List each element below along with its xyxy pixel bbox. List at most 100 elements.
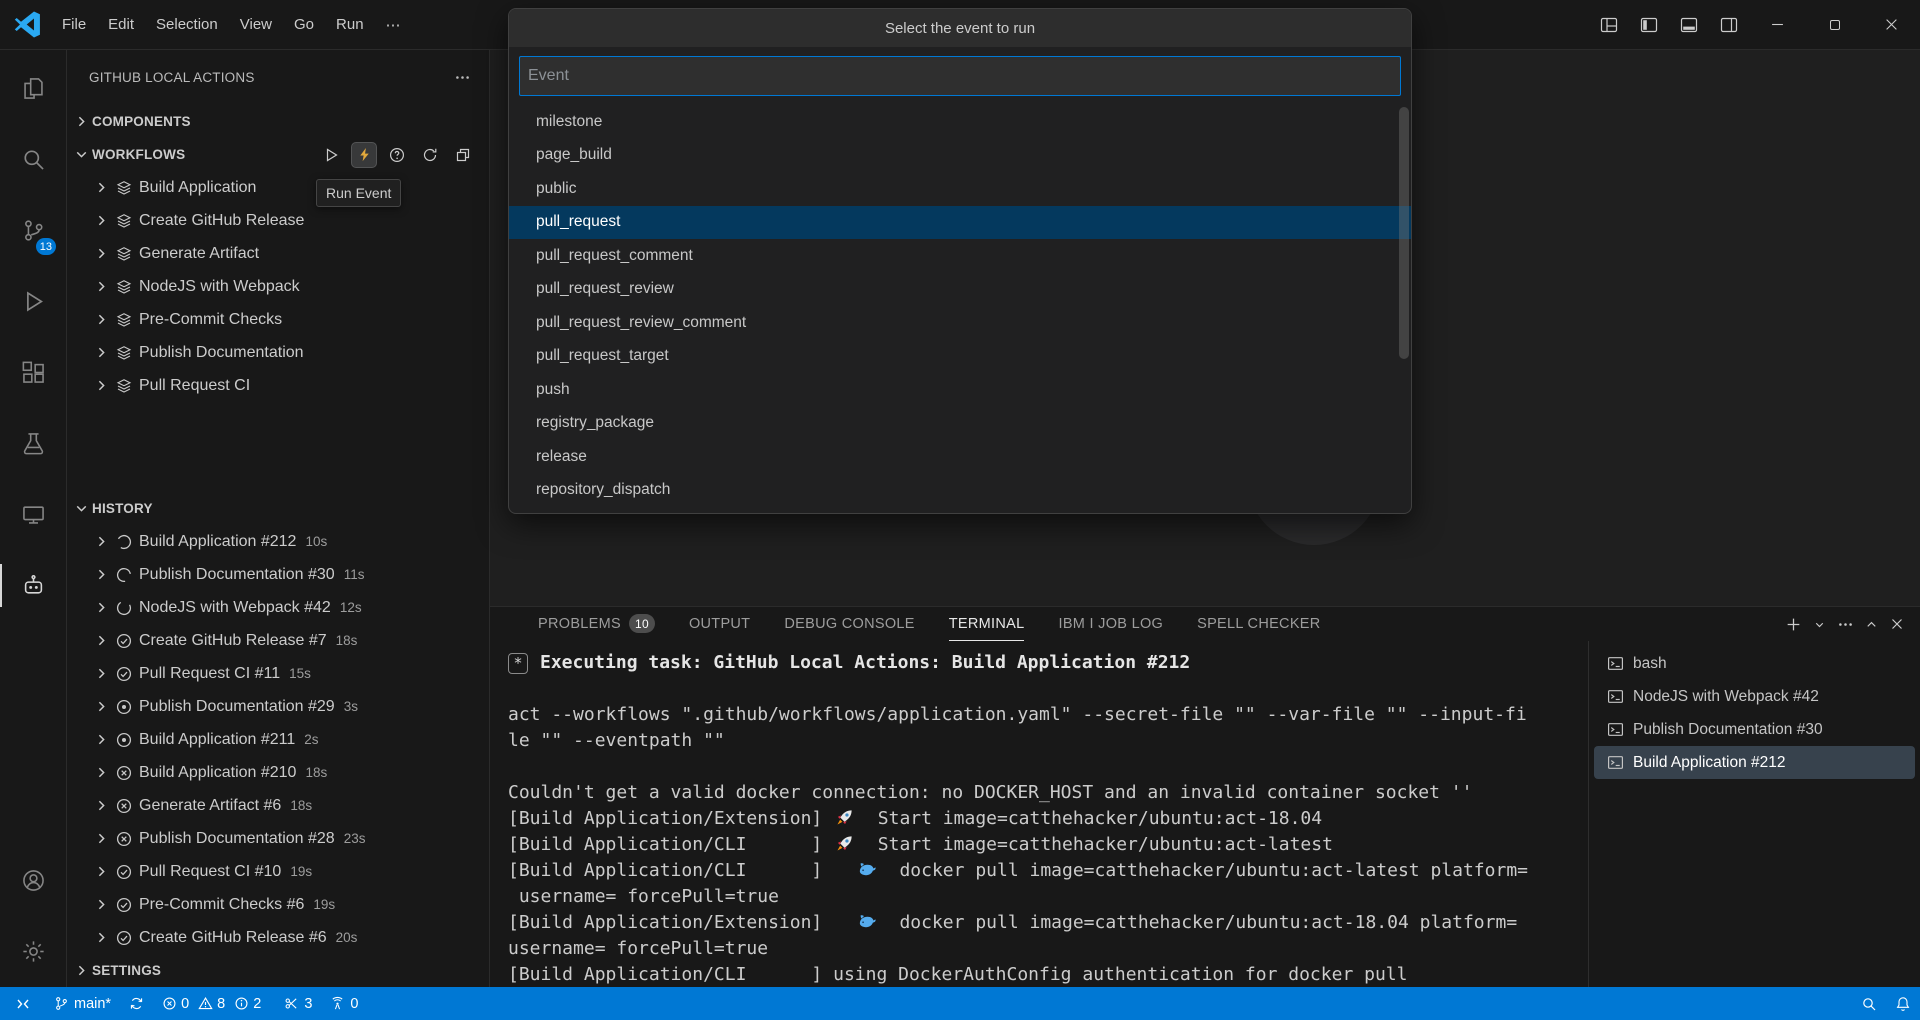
- event-option-pull-request-review[interactable]: pull_request_review: [509, 273, 1411, 307]
- workflow-item-build-application[interactable]: Build Application: [67, 171, 489, 204]
- branch-item[interactable]: main*: [45, 987, 120, 1020]
- customize-layout-icon[interactable]: [1589, 8, 1629, 42]
- toggle-primary-sidebar-icon[interactable]: [1629, 8, 1669, 42]
- notifications-bell[interactable]: [1886, 987, 1920, 1020]
- workflow-item-pull-request-ci[interactable]: Pull Request CI: [67, 369, 489, 402]
- menu-run[interactable]: Run: [325, 10, 375, 39]
- section-history[interactable]: HISTORY: [67, 492, 489, 525]
- chevron-right-icon: [73, 962, 90, 979]
- activitybar-manage[interactable]: [0, 916, 66, 987]
- event-option-public[interactable]: public: [509, 172, 1411, 206]
- remote-indicator[interactable]: [0, 987, 45, 1020]
- section-workflows[interactable]: WORKFLOWS: [67, 138, 489, 171]
- maximize-panel-icon[interactable]: [1860, 611, 1882, 637]
- activitybar-explorer[interactable]: [0, 53, 66, 124]
- workflow-item-generate-artifact[interactable]: Generate Artifact: [67, 237, 489, 270]
- terminal-dropdown-icon[interactable]: [1808, 611, 1830, 637]
- window-minimize-button[interactable]: [1749, 0, 1806, 50]
- history-item-build-application-211[interactable]: Build Application #2112s: [67, 723, 489, 756]
- panel-tab-output[interactable]: OUTPUT: [689, 607, 750, 641]
- activitybar-run-and-debug[interactable]: [0, 266, 66, 337]
- event-option-release[interactable]: release: [509, 440, 1411, 474]
- event-option-push[interactable]: push: [509, 373, 1411, 407]
- quickpick-scrollbar[interactable]: [1399, 107, 1409, 359]
- event-option-registry-package[interactable]: registry_package: [509, 407, 1411, 441]
- event-option-page-build[interactable]: page_build: [509, 139, 1411, 173]
- event-option-pull-request-target[interactable]: pull_request_target: [509, 340, 1411, 374]
- sidebar-more-actions-icon[interactable]: [454, 69, 471, 86]
- run-event-icon[interactable]: [351, 142, 377, 168]
- workflow-item-pre-commit-checks[interactable]: Pre-Commit Checks: [67, 303, 489, 336]
- panel-tab-debug-console[interactable]: DEBUG CONSOLE: [784, 607, 914, 641]
- menu-go[interactable]: Go: [283, 10, 325, 39]
- sync-button[interactable]: [120, 987, 153, 1020]
- panel-tab-problems[interactable]: PROBLEMS10: [538, 607, 655, 641]
- terminal-session-publish-documentation-30[interactable]: Publish Documentation #30: [1594, 713, 1915, 746]
- event-option-pull-request-comment[interactable]: pull_request_comment: [509, 239, 1411, 273]
- event-option-milestone[interactable]: milestone: [509, 105, 1411, 139]
- sidebar-title: GITHUB LOCAL ACTIONS: [89, 70, 255, 85]
- section-settings[interactable]: SETTINGS: [67, 954, 489, 987]
- history-run-duration: 19s: [313, 897, 335, 912]
- history-item-publish-documentation-28[interactable]: Publish Documentation #2823s: [67, 822, 489, 855]
- event-input[interactable]: [519, 56, 1401, 96]
- history-item-build-application-210[interactable]: Build Application #21018s: [67, 756, 489, 789]
- terminal-session-bash[interactable]: bash: [1594, 647, 1915, 680]
- run-workflow-icon[interactable]: [318, 142, 344, 168]
- activitybar-extensions[interactable]: [0, 337, 66, 408]
- workflow-list: Build ApplicationCreate GitHub ReleaseGe…: [67, 171, 489, 402]
- panel-tab-ibm-i-job-log[interactable]: IBM I JOB LOG: [1058, 607, 1163, 641]
- chevron-right-icon: [93, 698, 110, 715]
- history-item-build-application-212[interactable]: Build Application #21210s: [67, 525, 489, 558]
- history-item-pull-request-ci-11[interactable]: Pull Request CI #1115s: [67, 657, 489, 690]
- activitybar-accounts[interactable]: [0, 845, 66, 916]
- window-close-button[interactable]: [1863, 0, 1920, 50]
- history-item-create-github-release-6[interactable]: Create GitHub Release #620s: [67, 921, 489, 954]
- panel-tab-terminal[interactable]: TERMINAL: [949, 607, 1025, 641]
- event-option-pull-request[interactable]: pull_request: [509, 206, 1411, 240]
- snippets-indicator[interactable]: 3: [275, 987, 321, 1020]
- panel-tab-spell-checker[interactable]: SPELL CHECKER: [1197, 607, 1320, 641]
- new-terminal-icon[interactable]: [1782, 611, 1804, 637]
- workflow-item-create-github-release[interactable]: Create GitHub Release: [67, 204, 489, 237]
- toggle-panel-icon[interactable]: [1669, 8, 1709, 42]
- collapse-workflows-icon[interactable]: [450, 142, 476, 168]
- section-components[interactable]: COMPONENTS: [67, 105, 489, 138]
- activitybar-github-local-actions[interactable]: [0, 550, 66, 621]
- menu-view[interactable]: View: [229, 10, 283, 39]
- history-item-pull-request-ci-10[interactable]: Pull Request CI #1019s: [67, 855, 489, 888]
- workflow-item-nodejs-with-webpack[interactable]: NodeJS with Webpack: [67, 270, 489, 303]
- activitybar-remote-explorer[interactable]: [0, 479, 66, 550]
- activitybar-source-control[interactable]: 13: [0, 195, 66, 266]
- menu-selection[interactable]: Selection: [145, 10, 229, 39]
- history-item-generate-artifact-6[interactable]: Generate Artifact #618s: [67, 789, 489, 822]
- activitybar-search[interactable]: [0, 124, 66, 195]
- panel-more-actions-icon[interactable]: [1834, 611, 1856, 637]
- statusbar-search[interactable]: [1852, 987, 1886, 1020]
- terminal-session-build-application-212[interactable]: Build Application #212: [1594, 746, 1915, 779]
- terminal-session-nodejs-with-webpack-42[interactable]: NodeJS with Webpack #42: [1594, 680, 1915, 713]
- history-item-create-github-release-7[interactable]: Create GitHub Release #718s: [67, 624, 489, 657]
- chevron-right-icon: [93, 632, 110, 649]
- refresh-icon[interactable]: [417, 142, 443, 168]
- history-item-publish-documentation-29[interactable]: Publish Documentation #293s: [67, 690, 489, 723]
- menu-more[interactable]: ⋯: [375, 10, 412, 40]
- menu-file[interactable]: File: [51, 10, 97, 39]
- terminal-output[interactable]: *Executing task: GitHub Local Actions: B…: [490, 641, 1588, 987]
- event-option-repository-dispatch[interactable]: repository_dispatch: [509, 474, 1411, 508]
- event-option-schedule[interactable]: schedule: [509, 507, 1411, 514]
- problems-summary[interactable]: 0 8 2: [153, 987, 275, 1020]
- window-maximize-button[interactable]: [1806, 0, 1863, 50]
- event-option-pull-request-review-comment[interactable]: pull_request_review_comment: [509, 306, 1411, 340]
- help-icon[interactable]: [384, 142, 410, 168]
- menu-edit[interactable]: Edit: [97, 10, 145, 39]
- history-item-nodejs-with-webpack-42[interactable]: NodeJS with Webpack #4212s: [67, 591, 489, 624]
- history-item-pre-commit-checks-6[interactable]: Pre-Commit Checks #619s: [67, 888, 489, 921]
- workflow-item-publish-documentation[interactable]: Publish Documentation: [67, 336, 489, 369]
- toggle-secondary-sidebar-icon[interactable]: [1709, 8, 1749, 42]
- activitybar-testing[interactable]: [0, 408, 66, 479]
- history-list: Build Application #21210sPublish Documen…: [67, 525, 489, 954]
- close-panel-icon[interactable]: [1886, 611, 1908, 637]
- ports-indicator[interactable]: 0: [321, 987, 367, 1020]
- history-item-publish-documentation-30[interactable]: Publish Documentation #3011s: [67, 558, 489, 591]
